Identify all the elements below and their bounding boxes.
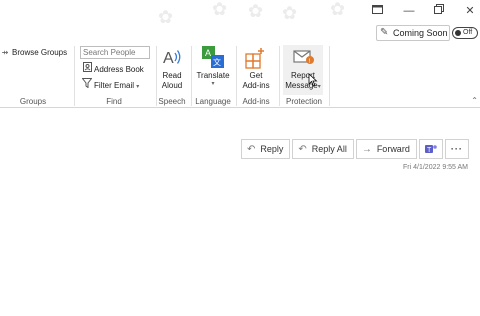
- title-bar: ✿ ✿ ✿ ✿ ✿ — ✕: [0, 0, 480, 27]
- get-addins-button[interactable]: Get Add-ins: [236, 45, 276, 91]
- close-icon[interactable]: ✕: [463, 4, 477, 18]
- report-message-button[interactable]: ! Report Message▾: [283, 45, 323, 95]
- address-book-button[interactable]: Address Book: [82, 62, 144, 75]
- read-aloud-button[interactable]: A Read Aloud: [152, 45, 192, 91]
- read-aloud-icon: A: [163, 50, 181, 67]
- read-aloud-label-1: Read: [162, 71, 182, 80]
- read-aloud-label-2: Aloud: [161, 81, 183, 90]
- chevron-down-icon: ▾: [317, 84, 321, 90]
- svg-text:T: T: [427, 147, 432, 154]
- reply-label: Reply: [260, 144, 284, 154]
- forward-button[interactable]: → Forward: [355, 139, 417, 159]
- reply-all-button[interactable]: ↶ Reply All: [292, 139, 354, 159]
- report-message-icon: !: [293, 50, 314, 65]
- background-decoration: ✿: [282, 3, 298, 23]
- group-label-addins: Add-ins: [242, 97, 270, 106]
- translate-button[interactable]: A 文 Translate ▾: [193, 45, 233, 87]
- mouse-cursor-icon: [308, 73, 318, 87]
- teams-icon: T: [424, 145, 437, 154]
- chevron-down-icon: ▾: [211, 81, 215, 87]
- pen-icon: ✎: [380, 27, 389, 38]
- get-addins-label-1: Get: [249, 71, 263, 80]
- coming-soon-button[interactable]: ✎ Coming Soon: [376, 25, 450, 41]
- svg-text:A: A: [205, 48, 211, 58]
- group-label-speech: Speech: [158, 97, 186, 106]
- svg-text:A: A: [163, 50, 174, 67]
- translate-label: Translate: [196, 71, 230, 80]
- message-date: Fri 4/1/2022 9:55 AM: [403, 164, 468, 171]
- teams-button[interactable]: T: [418, 139, 443, 159]
- background-decoration: ✿: [330, 0, 346, 19]
- filter-icon: [81, 78, 93, 92]
- background-decoration: ✿: [158, 7, 174, 27]
- restore-icon[interactable]: [432, 4, 446, 18]
- reply-button[interactable]: ↶ Reply: [241, 139, 291, 159]
- svg-text:文: 文: [213, 57, 221, 67]
- address-book-icon: [82, 62, 92, 76]
- ribbon: ⇸ Browse Groups Groups Search People Addr…: [0, 41, 480, 108]
- translate-icon: A 文: [202, 46, 224, 68]
- coming-soon-label: Coming Soon: [393, 28, 448, 38]
- coming-soon-toggle[interactable]: Off: [452, 27, 478, 39]
- filter-email-button[interactable]: Filter Email ▾: [81, 78, 140, 92]
- group-separator: [74, 46, 75, 106]
- group-separator: [279, 46, 280, 106]
- forward-label: Forward: [376, 144, 410, 154]
- group-label-find: Find: [106, 97, 122, 106]
- background-decoration: ✿: [212, 0, 228, 19]
- group-label-protection: Protection: [285, 97, 323, 106]
- minimize-icon[interactable]: —: [402, 4, 416, 18]
- message-action-bar: ↶ Reply ↶ Reply All → Forward T ···: [241, 139, 469, 159]
- collapse-ribbon-icon[interactable]: ⌃: [471, 96, 478, 105]
- more-actions-button[interactable]: ···: [444, 139, 469, 159]
- toggle-knob: [455, 30, 461, 36]
- search-people-input[interactable]: Search People: [80, 46, 150, 59]
- address-book-label: Address Book: [94, 65, 144, 74]
- group-label-groups: Groups: [19, 97, 47, 106]
- forward-icon: →: [361, 143, 372, 155]
- group-separator: [329, 46, 330, 106]
- get-addins-label-2: Add-ins: [242, 81, 270, 90]
- groups-icon: ⇸: [1, 48, 9, 57]
- group-separator: [191, 46, 192, 106]
- reply-icon: ↶: [247, 143, 256, 155]
- background-decoration: ✿: [248, 1, 264, 21]
- reply-all-label: Reply All: [311, 144, 347, 154]
- group-label-language: Language: [195, 97, 231, 106]
- filter-email-label: Filter Email: [94, 81, 135, 90]
- browse-groups-label: Browse Groups: [12, 48, 68, 57]
- toggle-label: Off: [463, 29, 473, 36]
- chevron-down-icon: ▾: [136, 84, 140, 90]
- reply-all-icon: ↶: [298, 143, 307, 155]
- dock-icon[interactable]: [370, 4, 384, 18]
- browse-groups-button[interactable]: ⇸ Browse Groups: [0, 46, 68, 59]
- addins-icon: [245, 48, 264, 69]
